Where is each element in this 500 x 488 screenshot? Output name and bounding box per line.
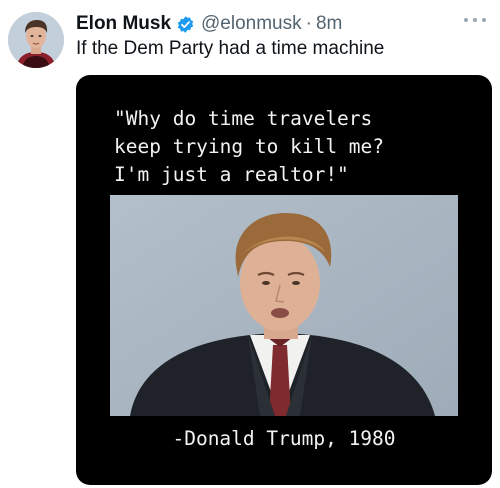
more-dot bbox=[482, 18, 486, 22]
tweet-card: Elon Musk @elonmusk · 8m If the Dem Part… bbox=[0, 0, 500, 488]
avatar[interactable] bbox=[8, 12, 64, 68]
timestamp[interactable]: 8m bbox=[316, 13, 342, 35]
portrait-photo bbox=[110, 195, 458, 416]
tweet-media-image[interactable]: "Why do time travelers keep trying to kil… bbox=[76, 75, 492, 485]
quote-line: I'm just a realtor!" bbox=[114, 163, 349, 186]
tweet-text: If the Dem Party had a time machine bbox=[76, 38, 385, 59]
verified-badge-icon bbox=[176, 15, 195, 34]
meme-quote: "Why do time travelers keep trying to kil… bbox=[114, 105, 474, 189]
avatar-photo bbox=[8, 12, 64, 68]
quote-line: keep trying to kill me? bbox=[114, 135, 385, 158]
separator-dot: · bbox=[305, 13, 312, 34]
more-horizontal-icon[interactable] bbox=[464, 12, 486, 28]
author-handle[interactable]: @elonmusk bbox=[201, 13, 302, 35]
quote-line: "Why do time travelers bbox=[114, 107, 373, 130]
more-dot bbox=[464, 18, 468, 22]
author-name[interactable]: Elon Musk bbox=[76, 13, 171, 35]
meme-attribution: -Donald Trump, 1980 bbox=[172, 427, 396, 450]
more-dot bbox=[473, 18, 477, 22]
tweet-header: Elon Musk @elonmusk · 8m bbox=[76, 12, 342, 36]
